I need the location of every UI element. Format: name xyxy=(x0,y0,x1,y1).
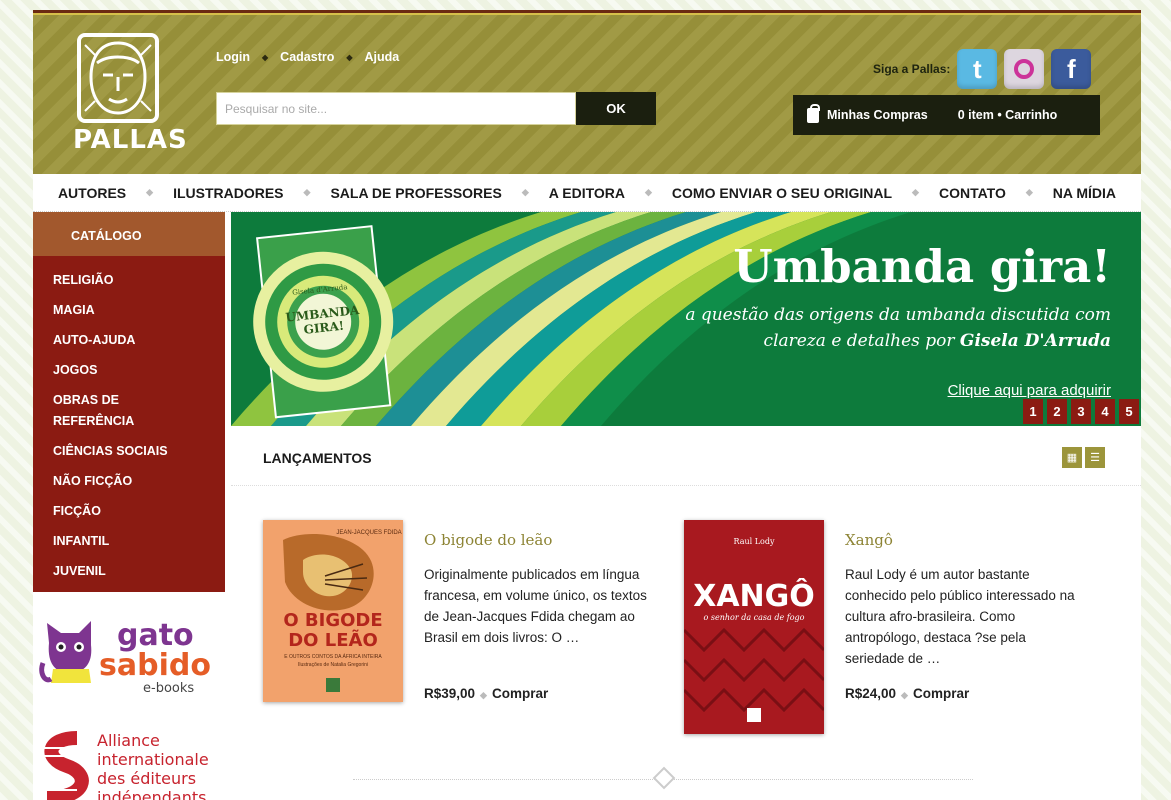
cart-count: 0 item • Carrinho xyxy=(957,108,1058,122)
shopping-bag-icon xyxy=(807,103,820,123)
nav-item-contato[interactable]: CONTATO xyxy=(919,185,1026,201)
social-label: Siga a Pallas: xyxy=(873,62,951,76)
facebook-icon[interactable]: f xyxy=(1051,49,1092,89)
orkut-icon[interactable] xyxy=(1004,49,1045,89)
cover-subtitle-bigode: E OUTROS CONTOS DA ÁFRICA INTEIRA xyxy=(284,653,382,660)
grid-view-icon[interactable]: ▦ xyxy=(1062,447,1082,468)
banner-title: Umbanda gira! xyxy=(733,240,1111,293)
pager-1[interactable]: 1 xyxy=(1023,399,1043,424)
separator-icon: ◆ xyxy=(262,52,269,62)
catalog-item-magia[interactable]: MAGIA xyxy=(53,296,203,326)
book-title[interactable]: Xangô xyxy=(845,531,893,549)
buy-button[interactable]: Comprar xyxy=(913,686,969,701)
banner-pager: 1 2 3 4 5 xyxy=(1023,399,1139,424)
pager-2[interactable]: 2 xyxy=(1047,399,1067,424)
nav-separator: ◆ xyxy=(303,187,311,197)
pager-5[interactable]: 5 xyxy=(1119,399,1139,424)
alliance-line-2: internationale xyxy=(97,750,209,769)
catalog-item-religiao[interactable]: RELIGIÃO xyxy=(53,266,203,296)
alliance-line-4: indépendants xyxy=(97,788,206,800)
book-title[interactable]: O bigode do leão xyxy=(424,531,552,549)
separator-icon: ◆ xyxy=(346,52,353,62)
alliance-line-3: des éditeurs xyxy=(97,769,196,788)
nav-item-como-enviar[interactable]: COMO ENVIAR O SEU ORIGINAL xyxy=(652,185,912,201)
alliance-banner[interactable]: Alliance internationale des éditeurs ind… xyxy=(37,728,227,800)
search-form: OK xyxy=(216,92,656,126)
separator-icon: ◆ xyxy=(480,690,487,700)
search-input[interactable] xyxy=(216,92,576,125)
nav-item-autores[interactable]: AUTORES xyxy=(38,185,146,201)
gato-sabido-banner[interactable]: gato sabido e-books xyxy=(39,613,225,696)
top-links: Login ◆ Cadastro ◆ Ajuda xyxy=(216,50,399,64)
page-wrapper: PALLAS Login ◆ Cadastro ◆ Ajuda OK Siga … xyxy=(33,10,1141,800)
cover-title-bigode-2: DO LEÃO xyxy=(288,628,378,651)
banner-subtitle: a questão das origens da umbanda discuti… xyxy=(631,302,1111,354)
separator-icon: ◆ xyxy=(901,690,908,700)
pallas-logo[interactable]: PALLAS xyxy=(73,33,188,155)
cover-author-xango: Raul Lody xyxy=(734,537,775,546)
ajuda-link[interactable]: Ajuda xyxy=(365,50,400,64)
catalog-item-infantil[interactable]: INFANTIL xyxy=(53,527,203,557)
cart-bar[interactable]: Minhas Compras 0 item • Carrinho xyxy=(793,95,1100,135)
book-price: R$39,00 xyxy=(424,686,476,701)
sabido-text: sabido xyxy=(99,648,211,683)
divider xyxy=(231,485,1141,486)
book-price: R$24,00 xyxy=(845,686,897,701)
nav-item-ilustradores[interactable]: ILUSTRADORES xyxy=(153,185,303,201)
catalog-item-ficcao[interactable]: FICÇÃO xyxy=(53,497,203,527)
ebooks-text: e-books xyxy=(143,681,194,693)
nav-separator: ◆ xyxy=(645,187,652,197)
banner-buy-link[interactable]: Clique aqui para adquirir xyxy=(948,382,1111,399)
pager-3[interactable]: 3 xyxy=(1071,399,1091,424)
banner-author: Gisela D'Arruda xyxy=(959,331,1111,351)
book-buy-row: R$39,00 ◆ Comprar xyxy=(424,686,548,701)
alliance-logo: Alliance internationale des éditeurs ind… xyxy=(41,731,209,800)
catalog-title: CATÁLOGO xyxy=(33,212,225,256)
catalog-item-obras-de-referencia[interactable]: OBRAS DE REFERÊNCIA xyxy=(53,386,203,437)
list-view-icon[interactable]: ☰ xyxy=(1085,447,1105,468)
book-buy-row: R$24,00 ◆ Comprar xyxy=(845,686,969,701)
hero-banner[interactable]: Gisela d'Arruda UMBANDA GIRA! Umbanda gi… xyxy=(231,212,1141,426)
nav-separator: ◆ xyxy=(1025,187,1033,197)
nav-item-na-midia[interactable]: NA MÍDIA xyxy=(1033,185,1136,201)
cover-subtitle-xango: o senhor da casa de fogo xyxy=(704,613,805,622)
book-cover-bigode[interactable]: JEAN-JACQUES FDIDA O BIGODE DO LEÃO E OU… xyxy=(263,520,403,702)
cover-title-xango: XANGÔ xyxy=(693,577,815,614)
cadastro-link[interactable]: Cadastro xyxy=(280,50,334,64)
twitter-icon[interactable]: t xyxy=(957,49,998,89)
logo-text: PALLAS xyxy=(73,125,188,155)
site-header: PALLAS Login ◆ Cadastro ◆ Ajuda OK Siga … xyxy=(33,10,1141,174)
nav-item-a-editora[interactable]: A EDITORA xyxy=(529,185,645,201)
nav-separator: ◆ xyxy=(521,187,529,197)
launches-heading: LANÇAMENTOS xyxy=(263,450,372,466)
pager-4[interactable]: 4 xyxy=(1095,399,1115,424)
catalog-item-juvenil[interactable]: JUVENIL xyxy=(53,557,203,587)
nav-separator: ◆ xyxy=(146,187,154,197)
social-links: Siga a Pallas: t f xyxy=(873,49,1092,89)
cover-author-bigode: JEAN-JACQUES FDIDA xyxy=(336,530,401,536)
book-description: Originalmente publicados em língua franc… xyxy=(424,567,647,645)
catalog-sidebar: CATÁLOGO RELIGIÃO MAGIA AUTO-AJUDA JOGOS… xyxy=(33,212,225,592)
login-link[interactable]: Login xyxy=(216,50,250,64)
alliance-line-1: Alliance xyxy=(97,731,160,750)
buy-button[interactable]: Comprar xyxy=(492,686,548,701)
main-nav: AUTORES ◆ ILUSTRADORES ◆ SALA DE PROFESS… xyxy=(33,174,1141,212)
nav-separator: ◆ xyxy=(912,187,919,197)
logo-mask-icon xyxy=(77,33,159,123)
cover-illustrator-bigode: Ilustrações de Natalia Gregorini xyxy=(298,662,368,668)
catalog-item-ciencias-sociais[interactable]: CIÊNCIAS SOCIAIS xyxy=(53,437,203,467)
catalog-item-auto-ajuda[interactable]: AUTO-AJUDA xyxy=(53,326,203,356)
diamond-ornament-icon xyxy=(652,766,676,790)
view-toggle: ▦ ☰ xyxy=(1062,447,1105,468)
catalog-list: RELIGIÃO MAGIA AUTO-AJUDA JOGOS OBRAS DE… xyxy=(33,256,225,587)
cart-label: Minhas Compras xyxy=(827,108,928,122)
search-button[interactable]: OK xyxy=(576,92,656,125)
book-description: Raul Lody é um autor bastante conhecido … xyxy=(845,567,1075,666)
gato-sabido-logo: gato sabido e-books xyxy=(39,618,211,696)
nav-item-sala-de-professores[interactable]: SALA DE PROFESSORES xyxy=(310,185,521,201)
book-cover-xango[interactable]: Raul Lody XANGÔ o senhor da casa de fogo xyxy=(684,520,824,734)
catalog-item-jogos[interactable]: JOGOS xyxy=(53,356,203,386)
cover-title-bigode-1: O BIGODE xyxy=(283,610,382,631)
catalog-item-nao-ficcao[interactable]: NÃO FICÇÃO xyxy=(53,467,203,497)
